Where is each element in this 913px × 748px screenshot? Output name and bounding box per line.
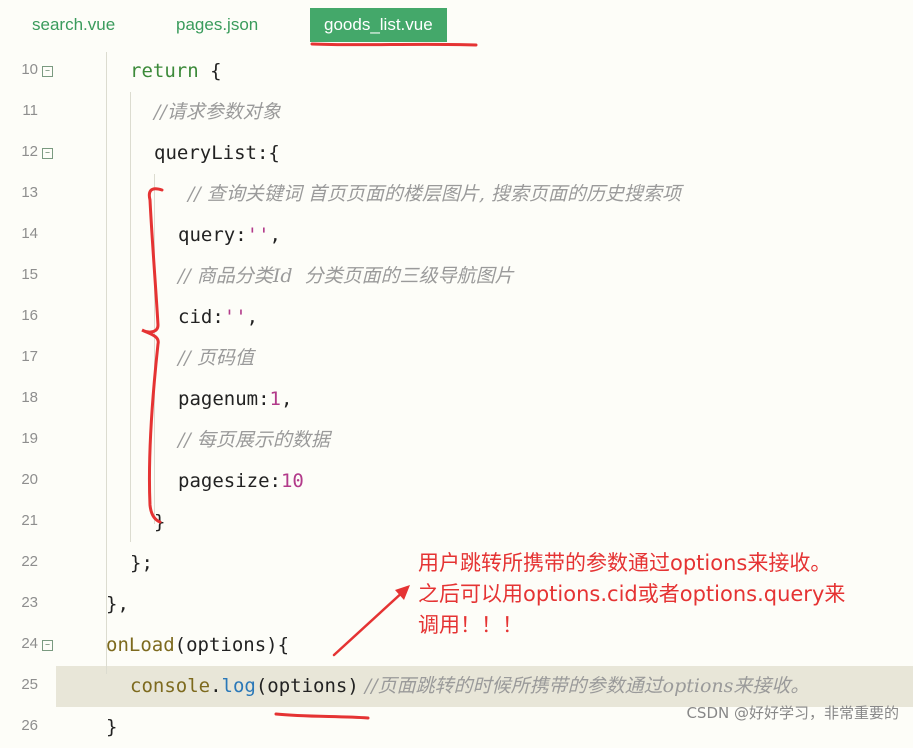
indent-guide <box>106 52 107 674</box>
options-underline-mark <box>274 712 370 720</box>
curly-brace-mark <box>141 187 164 524</box>
code-comment: //页面跳转的时候所携带的参数通过options来接收。 <box>358 675 810 697</box>
code-line-13: // 查询关键词 首页页面的楼层图片, 搜索页面的历史搜索项 <box>188 174 681 215</box>
arrow-line-mark <box>332 588 407 657</box>
line-number: 12 <box>21 143 38 160</box>
annotation-line-3: 调用！！！ <box>418 613 523 637</box>
code-line-10: return { <box>130 60 222 82</box>
line-number: 15 <box>21 266 38 283</box>
tab-pages-json[interactable]: pages.json <box>176 8 258 42</box>
indent-guide <box>154 174 155 524</box>
code-line-18: pagenum:1, <box>178 388 293 410</box>
fold-toggle-icon[interactable]: − <box>42 148 53 159</box>
line-number: 16 <box>21 307 38 324</box>
code-comment: // 每页展示的数据 <box>178 429 330 451</box>
line-number: 10 <box>21 61 38 78</box>
editor-tab-bar: search.vue pages.json goods_list.vue <box>0 0 913 52</box>
annotation-line-2: 之后可以用options.cid或者options.query来 <box>418 582 846 606</box>
code-line-14: query:'', <box>178 224 281 246</box>
line-number: 22 <box>21 553 38 570</box>
code-comment: // 商品分类Id 分类页面的三级导航图片 <box>178 265 514 287</box>
code-line-21: } <box>154 511 166 533</box>
line-number: 19 <box>21 430 38 447</box>
line-number: 24 <box>21 635 38 652</box>
code-line-24: onLoad(options){ <box>106 634 290 656</box>
code-comment: //请求参数对象 <box>154 101 281 123</box>
indent-guide <box>130 92 131 542</box>
line-number: 25 <box>21 676 38 693</box>
code-line-17: // 页码值 <box>178 338 254 379</box>
function-name: onLoad <box>106 634 175 656</box>
tab-goods-list-vue[interactable]: goods_list.vue <box>310 8 447 42</box>
code-line-12: queryList:{ <box>154 142 280 164</box>
code-line-26: } <box>106 716 118 738</box>
line-number: 18 <box>21 389 38 406</box>
line-number: 14 <box>21 225 38 242</box>
code-line-20: pagesize:10 <box>178 470 304 492</box>
code-line-25: console.log(options) //页面跳转的时候所携带的参数通过op… <box>130 675 810 697</box>
annotation-line-1: 用户跳转所携带的参数通过options来接收。 <box>418 551 832 575</box>
line-number: 17 <box>21 348 38 365</box>
line-number: 13 <box>21 184 38 201</box>
line-number: 23 <box>21 594 38 611</box>
fold-toggle-icon[interactable]: − <box>42 640 53 651</box>
code-line-11: //请求参数对象 <box>154 92 281 133</box>
code-line-22: }; <box>130 552 153 574</box>
line-number: 26 <box>21 717 38 734</box>
annotation-text: 用户跳转所携带的参数通过options来接收。 之后可以用options.cid… <box>418 548 913 641</box>
fold-toggle-icon[interactable]: − <box>42 66 53 77</box>
keyword-return: return <box>130 60 199 82</box>
arrow-head-mark <box>395 585 410 600</box>
code-line-15: // 商品分类Id 分类页面的三级导航图片 <box>178 256 514 297</box>
line-number: 20 <box>21 471 38 488</box>
line-number: 21 <box>21 512 38 529</box>
code-comment: // 查询关键词 首页页面的楼层图片, 搜索页面的历史搜索项 <box>188 183 681 205</box>
tab-search-vue[interactable]: search.vue <box>32 8 115 42</box>
code-line-16: cid:'', <box>178 306 259 328</box>
code-line-23: }, <box>106 593 129 615</box>
watermark: CSDN @好好学习，非常重要的 <box>686 704 899 722</box>
line-number: 11 <box>22 102 38 119</box>
code-comment: // 页码值 <box>178 347 254 369</box>
code-line-19: // 每页展示的数据 <box>178 420 330 461</box>
